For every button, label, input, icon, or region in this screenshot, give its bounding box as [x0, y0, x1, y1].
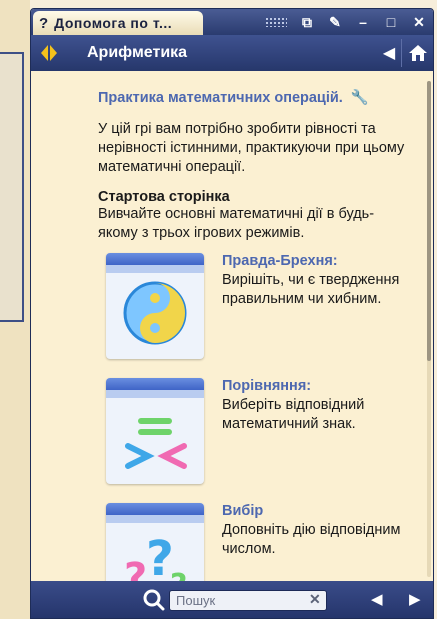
yin-yang-icon: [123, 281, 187, 345]
scrollbar[interactable]: [427, 81, 431, 577]
nav-bar: Арифметика ◀: [31, 35, 433, 71]
mode-title: Порівняння:: [222, 378, 312, 394]
heading-text: Практика математичних операцій.: [98, 90, 343, 106]
clear-search-icon[interactable]: ✕: [309, 591, 321, 608]
mode-description: Виберіть відповідний математичний знак.: [222, 397, 365, 432]
page-heading: Практика математичних операцій. 🔧: [98, 89, 433, 106]
maximize-icon[interactable]: □: [383, 14, 399, 30]
scrollbar-thumb[interactable]: [427, 81, 431, 361]
next-page-icon[interactable]: ▶: [409, 590, 421, 608]
home-icon: [408, 45, 427, 61]
mode-item-compare[interactable]: Порівняння: Виберіть відповідний математ…: [106, 378, 416, 488]
minimize-icon[interactable]: –: [355, 14, 371, 30]
previous-page-icon[interactable]: ◀: [371, 590, 383, 608]
window-tab[interactable]: ? Допомога по т...: [33, 11, 203, 35]
background-card: [0, 52, 24, 322]
mode-thumbnail: [106, 253, 204, 359]
intro-text: У цій грі вам потрібно зробити рівності …: [98, 121, 405, 175]
wrench-icon: 🔧: [350, 90, 369, 106]
search-icon[interactable]: [143, 589, 165, 611]
close-icon[interactable]: ✕: [411, 14, 427, 31]
section-title: Арифметика: [87, 44, 188, 61]
start-page-heading: Стартова сторінка: [98, 189, 230, 205]
help-window: ? Допомога по т... ⧉ ✎ – □ ✕ Арифметика …: [30, 8, 434, 619]
grip-dots-icon[interactable]: [265, 17, 287, 27]
pen-icon[interactable]: ✎: [327, 14, 343, 31]
mode-title: Правда-Брехня:: [222, 253, 338, 269]
mode-item-true-false[interactable]: Правда-Брехня: Вирішіть, чи є твердження…: [106, 253, 416, 363]
screenshot-icon[interactable]: ⧉: [299, 14, 315, 31]
help-question-icon: ?: [39, 14, 49, 32]
window-title: Допомога по т...: [54, 15, 173, 31]
collapse-arrows-icon[interactable]: [31, 35, 67, 71]
mode-description: Доповніть дію відповідним числом.: [222, 522, 401, 557]
compare-signs-icon: [125, 418, 187, 469]
mode-description: Вирішіть, чи є твердження правильним чи …: [222, 272, 400, 307]
back-arrow-icon[interactable]: ◀: [377, 43, 401, 63]
bottom-bar: Пошук ✕ ◀ ▶: [31, 581, 433, 618]
title-bar: ? Допомога по т... ⧉ ✎ – □ ✕: [31, 9, 433, 35]
start-page-text: Вивчайте основні математичні дії в будь-…: [98, 206, 375, 241]
search-input[interactable]: Пошук: [169, 590, 327, 611]
mode-thumbnail: [106, 378, 204, 484]
mode-title: Вибір: [222, 503, 264, 519]
home-button[interactable]: [401, 39, 433, 67]
